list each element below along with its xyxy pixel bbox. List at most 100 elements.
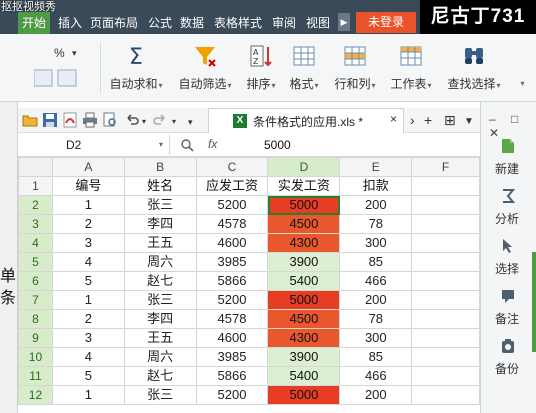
- cell[interactable]: 5: [51, 366, 125, 386]
- cell[interactable]: [411, 385, 480, 405]
- cell[interactable]: 2: [51, 214, 125, 234]
- cell[interactable]: 3900: [267, 347, 341, 367]
- chevron-down-icon[interactable]: ▼: [464, 114, 474, 130]
- decimal-icons[interactable]: [34, 68, 80, 90]
- column-header-a[interactable]: A: [51, 157, 125, 177]
- cell[interactable]: 85: [339, 252, 413, 272]
- more-tools-icon[interactable]: ▾: [188, 114, 193, 130]
- cell[interactable]: 编号: [51, 176, 125, 196]
- select-all-corner[interactable]: [18, 157, 53, 177]
- cell[interactable]: [411, 328, 480, 348]
- percent-icon[interactable]: %: [54, 46, 65, 60]
- cell[interactable]: 4500: [267, 309, 341, 329]
- cell[interactable]: 4578: [195, 214, 269, 234]
- cell[interactable]: 300: [339, 233, 413, 253]
- cell[interactable]: 5400: [267, 366, 341, 386]
- row-header[interactable]: 11: [18, 366, 53, 386]
- cell[interactable]: 5866: [195, 271, 269, 291]
- zoom-formula-icon[interactable]: [180, 138, 194, 152]
- open-folder-icon[interactable]: [22, 112, 38, 128]
- cell[interactable]: 5200: [195, 290, 269, 310]
- cell[interactable]: 5200: [195, 195, 269, 215]
- cell[interactable]: 200: [339, 290, 413, 310]
- row-header[interactable]: 10: [18, 347, 53, 367]
- tabs-menu-icon[interactable]: ›: [410, 112, 415, 128]
- cell[interactable]: 5200: [195, 385, 269, 405]
- cell[interactable]: 5: [51, 271, 125, 291]
- cell[interactable]: 4: [51, 252, 125, 272]
- cell[interactable]: [411, 309, 480, 329]
- find-select-button[interactable]: 查找选择▾: [440, 34, 508, 102]
- row-header[interactable]: 8: [18, 309, 53, 329]
- cell[interactable]: 李四: [123, 309, 197, 329]
- menu-review[interactable]: 审阅: [272, 12, 296, 34]
- cell[interactable]: 1: [51, 195, 125, 215]
- fx-icon[interactable]: fx: [208, 137, 217, 151]
- menu-data[interactable]: 数据: [180, 12, 204, 34]
- cell[interactable]: [411, 233, 480, 253]
- menu-table-style[interactable]: 表格样式: [214, 12, 262, 34]
- cell[interactable]: 李四: [123, 214, 197, 234]
- cell[interactable]: 78: [339, 214, 413, 234]
- cell[interactable]: 周六: [123, 252, 197, 272]
- cell[interactable]: [411, 195, 480, 215]
- cell[interactable]: 4600: [195, 233, 269, 253]
- menu-home[interactable]: 开始: [18, 12, 51, 34]
- menu-formula[interactable]: 公式: [148, 12, 172, 34]
- cell[interactable]: 2: [51, 309, 125, 329]
- column-header-f[interactable]: F: [411, 157, 480, 177]
- column-header-c[interactable]: C: [195, 157, 269, 177]
- cell[interactable]: 3985: [195, 252, 269, 272]
- column-header-b[interactable]: B: [123, 157, 197, 177]
- cell[interactable]: [411, 366, 480, 386]
- document-tab[interactable]: X 条件格式的应用.xls * ×: [208, 108, 404, 133]
- cell[interactable]: 1: [51, 385, 125, 405]
- redo-icon[interactable]: [152, 112, 168, 128]
- cell[interactable]: 4500: [267, 214, 341, 234]
- cell[interactable]: 王五: [123, 233, 197, 253]
- cell[interactable]: 4578: [195, 309, 269, 329]
- worksheet-button[interactable]: 工作表▾: [384, 34, 438, 102]
- cell[interactable]: [411, 271, 480, 291]
- cell[interactable]: 扣款: [339, 176, 413, 196]
- cell[interactable]: 78: [339, 309, 413, 329]
- cell[interactable]: 3900: [267, 252, 341, 272]
- menu-view[interactable]: 视图: [306, 12, 330, 34]
- redo-dropdown-icon[interactable]: ▾: [172, 114, 176, 130]
- row-header[interactable]: 12: [18, 385, 53, 405]
- cell[interactable]: 3: [51, 233, 125, 253]
- cell[interactable]: 3: [51, 328, 125, 348]
- cell[interactable]: 5000: [267, 195, 341, 215]
- format-button[interactable]: 格式▾: [284, 34, 324, 102]
- cell[interactable]: [411, 214, 480, 234]
- cell[interactable]: 周六: [123, 347, 197, 367]
- save-icon[interactable]: [42, 112, 58, 128]
- sidebar-item-analysis[interactable]: 分析: [481, 188, 533, 236]
- menu-scroll-right-icon[interactable]: ▶: [338, 13, 350, 31]
- row-header[interactable]: 3: [18, 214, 53, 234]
- undo-dropdown-icon[interactable]: ▾: [142, 114, 146, 130]
- cell[interactable]: 4600: [195, 328, 269, 348]
- row-header[interactable]: 7: [18, 290, 53, 310]
- cell[interactable]: 姓名: [123, 176, 197, 196]
- row-header[interactable]: 6: [18, 271, 53, 291]
- cell[interactable]: 1: [51, 290, 125, 310]
- cell[interactable]: 赵七: [123, 366, 197, 386]
- chevron-down-icon[interactable]: ▾: [72, 48, 77, 59]
- cell[interactable]: 应发工资: [195, 176, 269, 196]
- cell[interactable]: 300: [339, 328, 413, 348]
- row-header[interactable]: 9: [18, 328, 53, 348]
- close-icon[interactable]: ×: [390, 112, 397, 126]
- sidebar-item-backup[interactable]: 备份: [481, 338, 533, 386]
- cell[interactable]: 3985: [195, 347, 269, 367]
- cell[interactable]: 200: [339, 195, 413, 215]
- sidebar-window-controls[interactable]: – □ ✕: [489, 112, 536, 140]
- ribbon-more-button[interactable]: ▾: [508, 34, 536, 102]
- cell[interactable]: 466: [339, 366, 413, 386]
- chevron-down-icon[interactable]: ▾: [159, 135, 163, 155]
- cell[interactable]: [411, 252, 480, 272]
- tile-icon[interactable]: ⊞: [444, 112, 456, 128]
- cell[interactable]: [411, 176, 480, 196]
- print-preview-icon[interactable]: [102, 112, 118, 128]
- cell[interactable]: 张三: [123, 385, 197, 405]
